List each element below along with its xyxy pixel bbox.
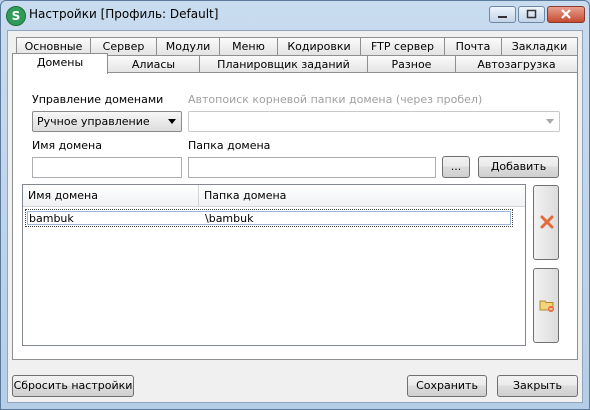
add-domain-button[interactable]: Добавить: [478, 156, 559, 178]
settings-window: S Настройки [Профиль: Default] Основные …: [0, 0, 590, 410]
tab-modules[interactable]: Модули: [156, 37, 220, 55]
maximize-icon: [526, 9, 537, 19]
domain-folder-input[interactable]: [188, 157, 436, 178]
domain-folder-label: Папка домена: [188, 139, 271, 152]
tab-scheduler[interactable]: Планировщик заданий: [199, 55, 368, 73]
tab-bookmarks[interactable]: Закладки: [501, 37, 578, 55]
column-header-domain-folder[interactable]: Папка домена: [204, 189, 286, 202]
open-folder-button[interactable]: [533, 268, 559, 343]
domain-name-label: Имя домена: [32, 139, 102, 152]
tab-misc[interactable]: Разное: [367, 55, 456, 73]
row-selection-frame: [27, 211, 511, 225]
domain-management-value: Ручное управление: [37, 115, 150, 128]
app-logo-icon: S: [6, 6, 26, 26]
title-bar[interactable]: S Настройки [Профиль: Default]: [1, 1, 589, 29]
tab-autostart[interactable]: Автозагрузка: [455, 55, 578, 73]
window-title: Настройки [Профиль: Default]: [29, 7, 219, 21]
tab-ftp-server[interactable]: FTP сервер: [360, 37, 445, 55]
chevron-down-icon: [168, 119, 176, 124]
close-window-button[interactable]: [547, 6, 585, 23]
domain-management-label: Управление доменами: [32, 93, 164, 106]
reset-settings-button[interactable]: Сбросить настройки: [12, 375, 134, 397]
minimize-button[interactable]: [489, 6, 516, 23]
maximize-button[interactable]: [518, 6, 545, 23]
column-divider[interactable]: [198, 185, 199, 206]
tab-menu[interactable]: Меню: [219, 37, 278, 55]
browse-folder-button[interactable]: ...: [442, 156, 470, 178]
tab-mail[interactable]: Почта: [444, 37, 502, 55]
autosearch-select[interactable]: [188, 111, 560, 132]
table-header: Имя домена Папка домена: [23, 185, 525, 207]
table-row[interactable]: bambuk \bambuk: [25, 209, 513, 227]
tab-aliases[interactable]: Алиасы: [107, 55, 200, 73]
tab-encodings[interactable]: Кодировки: [277, 37, 361, 55]
cell-domain-name: bambuk: [29, 212, 74, 225]
autosearch-label: Автопоиск корневой папки домена (через п…: [188, 93, 483, 106]
close-icon: [561, 9, 571, 19]
column-header-domain-name[interactable]: Имя домена: [28, 189, 98, 202]
domain-name-input[interactable]: [32, 157, 182, 178]
delete-domain-button[interactable]: [533, 185, 559, 260]
domain-management-select[interactable]: Ручное управление: [32, 111, 182, 132]
domains-table[interactable]: Имя домена Папка домена bambuk \bambuk: [22, 184, 526, 346]
minimize-icon: [498, 16, 507, 18]
delete-icon: [540, 215, 554, 229]
folder-icon: [539, 300, 554, 312]
chevron-down-icon: [546, 119, 554, 124]
close-button[interactable]: Закрыть: [497, 375, 578, 397]
save-button[interactable]: Сохранить: [407, 375, 487, 397]
tab-domains[interactable]: Домены: [12, 53, 108, 74]
cell-domain-folder: \bambuk: [205, 212, 254, 225]
